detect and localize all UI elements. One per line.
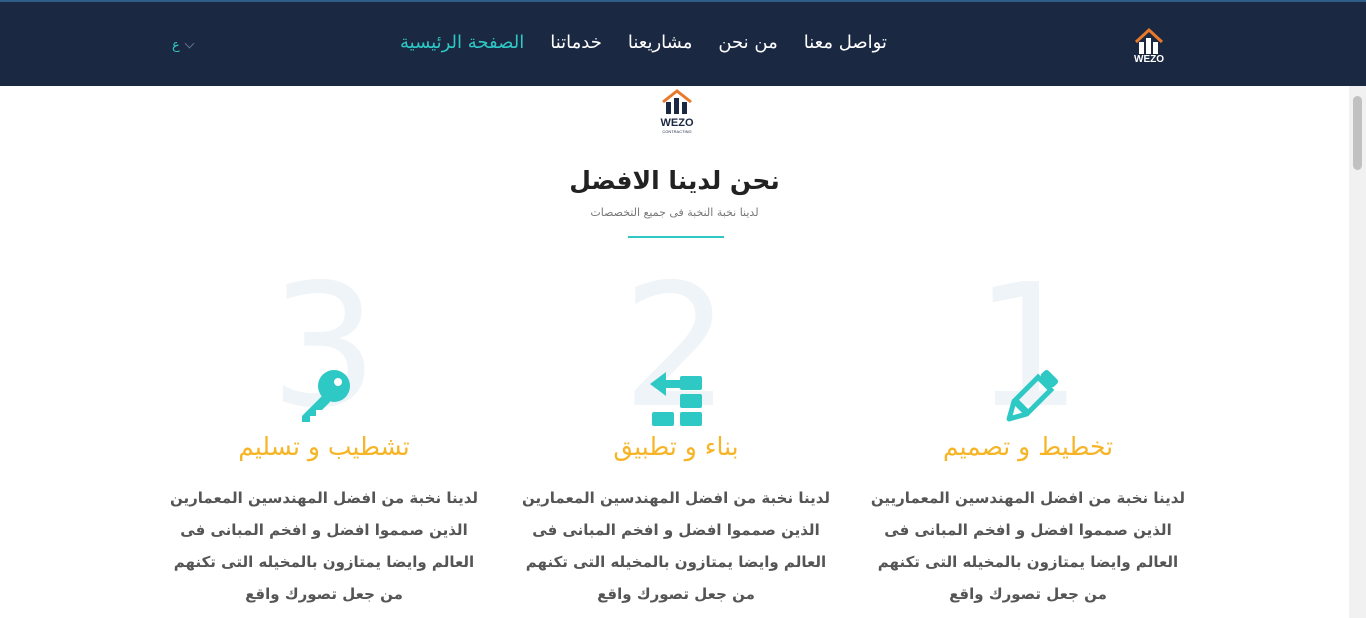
nav-link-about[interactable]: من نحن xyxy=(718,32,777,62)
scrollbar-thumb[interactable] xyxy=(1353,96,1362,170)
page-scrollbar[interactable] xyxy=(1349,86,1366,618)
feature-description: لدينا نخبة من افضل المهندسين المعماريين … xyxy=(870,489,1186,603)
nav-link-services[interactable]: خدماتنا xyxy=(550,32,602,62)
language-dropdown[interactable]: ع xyxy=(172,38,195,53)
svg-text:WEZO: WEZO xyxy=(1134,54,1164,65)
language-label: ع xyxy=(172,38,180,53)
wezo-contracting-logo: WEZO CONTRACTING xyxy=(661,89,694,134)
feature-card-finishing: 3 تشطيب و تسليم لدينا نخبة من افضل المهن… xyxy=(144,262,504,612)
feature-card-planning: 1 تخطيط و تصميم لدينا نخبة من افضل المهن… xyxy=(848,262,1208,612)
svg-text:CONTRACTING: CONTRACTING xyxy=(662,129,691,134)
feature-title: بناء و تطبيق xyxy=(613,432,739,461)
svg-text:WEZO: WEZO xyxy=(661,117,694,129)
main-nav: الصفحة الرئيسية خدماتنا مشاريعنا من نحن … xyxy=(400,32,920,62)
nav-link-home[interactable]: الصفحة الرئيسية xyxy=(400,32,524,62)
chevron-down-icon xyxy=(184,38,195,49)
section-subtitle: لدينا نخبة النخبة فى جميع التخصصات xyxy=(590,206,759,219)
feature-title: تشطيب و تسليم xyxy=(238,432,410,461)
feature-description: لدينا نخبة من افضل المهندسين المعمارين ا… xyxy=(521,489,831,603)
pencil-icon xyxy=(1006,369,1059,422)
feature-description: لدينا نخبة من افضل المهندسين المعمارين ا… xyxy=(169,489,479,603)
feature-card-construction: 2 بناء و تطبيق لدينا نخبة من افضل المهند… xyxy=(496,262,856,612)
section-title: نحن لدينا الافضل xyxy=(569,166,780,195)
nav-link-contact[interactable]: تواصل معنا xyxy=(804,32,887,62)
build-blocks-icon xyxy=(650,372,702,426)
feature-title: تخطيط و تصميم xyxy=(942,432,1114,461)
nav-link-projects[interactable]: مشاريعنا xyxy=(628,32,693,62)
wezo-logo[interactable]: WEZO xyxy=(1128,22,1170,68)
title-underline xyxy=(628,236,724,238)
key-icon xyxy=(302,370,350,422)
top-navbar: WEZO الصفحة الرئيسية خدماتنا مشاريعنا من… xyxy=(0,0,1366,86)
